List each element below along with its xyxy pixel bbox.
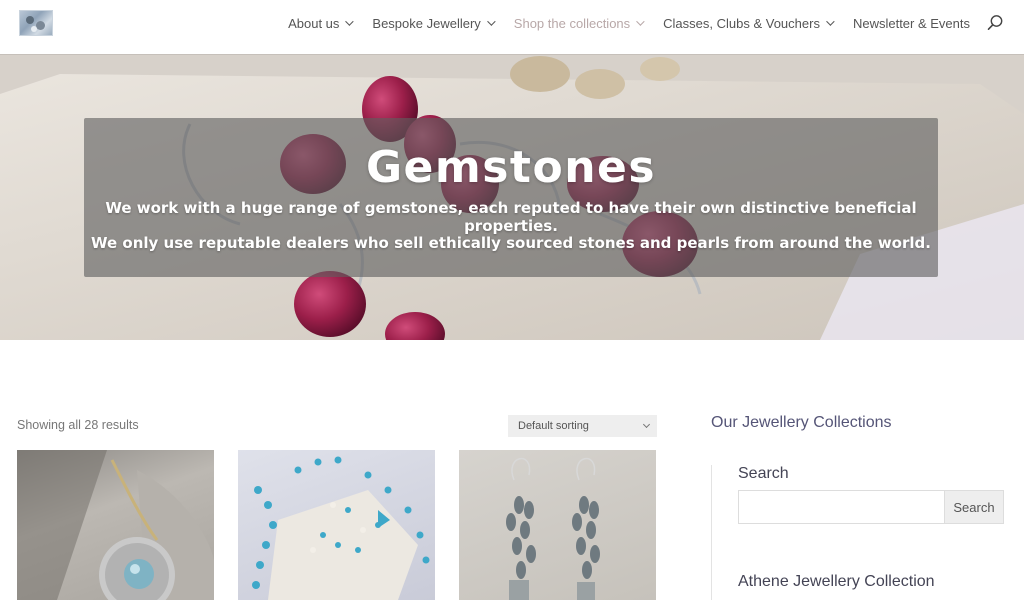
nav-item-shop-the-collections[interactable]: Shop the collections bbox=[513, 15, 645, 31]
nav-item-label: Classes, Clubs & Vouchers bbox=[663, 15, 820, 31]
main-nav: About us Bespoke Jewellery Shop the coll… bbox=[267, 0, 970, 46]
chevron-down-icon bbox=[486, 17, 496, 26]
sidebar-search-label: Search bbox=[738, 465, 789, 482]
sort-selected-value: Default sorting bbox=[518, 420, 589, 432]
hero-text-box: Gemstones We work with a huge range of g… bbox=[84, 118, 938, 277]
product-image bbox=[17, 450, 214, 600]
nav-item-newsletter-events[interactable]: Newsletter & Events bbox=[853, 16, 970, 31]
product-image bbox=[252, 456, 430, 600]
product-image bbox=[506, 458, 600, 600]
chevron-down-icon bbox=[636, 17, 645, 26]
sidebar-search-input[interactable] bbox=[738, 490, 945, 524]
sidebar-search-button[interactable]: Search bbox=[944, 490, 1004, 524]
hero-banner: Gemstones We work with a huge range of g… bbox=[0, 54, 1024, 340]
product-card[interactable] bbox=[17, 450, 214, 600]
site-logo[interactable] bbox=[19, 10, 53, 36]
product-card[interactable] bbox=[459, 450, 656, 600]
sidebar-divider bbox=[711, 465, 712, 600]
nav-item-about-us[interactable]: About us bbox=[288, 15, 355, 31]
nav-item-label: Shop the collections bbox=[513, 15, 631, 31]
logo-gem bbox=[36, 21, 45, 30]
hero-title: Gemstones bbox=[365, 142, 657, 193]
product-card[interactable] bbox=[238, 450, 435, 600]
results-count: Showing all 28 results bbox=[17, 418, 139, 432]
chevron-down-icon bbox=[345, 17, 355, 26]
logo-gem bbox=[31, 26, 37, 32]
search-icon[interactable] bbox=[987, 14, 1004, 31]
sidebar-collection-heading: Athene Jewellery Collection bbox=[738, 573, 935, 590]
nav-item-bespoke-jewellery[interactable]: Bespoke Jewellery bbox=[372, 15, 496, 31]
nav-item-label: Bespoke Jewellery bbox=[372, 15, 481, 31]
chevron-down-icon bbox=[826, 17, 835, 26]
nav-item-label: About us bbox=[288, 15, 340, 31]
nav-item-label: Newsletter & Events bbox=[852, 15, 970, 31]
sidebar-title: Our Jewellery Collections bbox=[711, 414, 892, 431]
nav-item-classes-clubs-vouchers[interactable]: Classes, Clubs & Vouchers bbox=[663, 15, 835, 31]
sort-select[interactable]: Default sorting bbox=[508, 415, 657, 437]
hero-description-line: We work with a huge range of gemstones, … bbox=[105, 199, 917, 235]
site-header: About us Bespoke Jewellery Shop the coll… bbox=[0, 0, 1024, 54]
chevron-down-icon bbox=[642, 420, 651, 429]
logo-gem bbox=[26, 16, 34, 24]
hero-description-line: We only use reputable dealers who sell e… bbox=[91, 234, 931, 252]
